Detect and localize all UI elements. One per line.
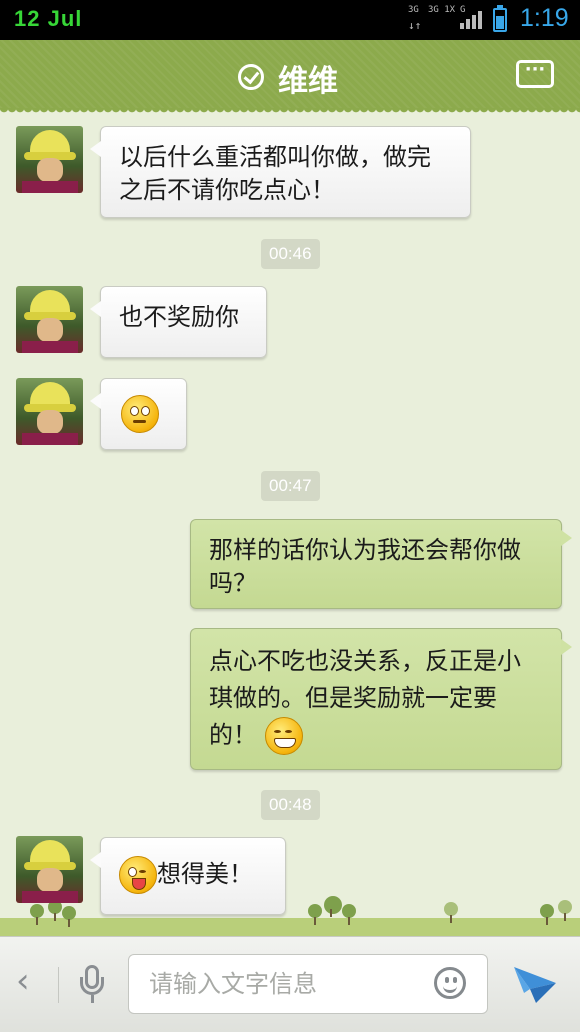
- microphone-icon[interactable]: [80, 965, 106, 1005]
- tree-icon: [30, 904, 44, 925]
- emoji-picker-icon[interactable]: [434, 967, 466, 999]
- timestamp: 00:48: [261, 790, 320, 820]
- rolling-eyes-emoji-icon: [121, 395, 159, 433]
- message-text: 想得美！: [157, 860, 253, 888]
- network-icons: 3G ↓↑ 3G 1X G: [408, 5, 488, 35]
- outgoing-message[interactable]: 那样的话你认为我还会帮你做吗？: [190, 519, 572, 609]
- incoming-message[interactable]: [90, 378, 187, 450]
- tree-icon: [342, 904, 356, 925]
- incoming-message[interactable]: 以后什么重活都叫你做，做完之后不请你吃点心！: [90, 126, 471, 218]
- tree-icon: [558, 900, 572, 921]
- incoming-message[interactable]: 也不奖励你: [90, 286, 267, 358]
- incoming-message[interactable]: 想得美！: [90, 837, 286, 915]
- chat-header: 维维 ···: [0, 40, 580, 114]
- tree-icon: [308, 904, 322, 925]
- timestamp: 00:47: [261, 471, 320, 501]
- verified-check-icon: [238, 64, 264, 90]
- message-text: 那样的话你认为我还会帮你做吗？: [209, 536, 521, 597]
- status-time: 1:19: [520, 4, 569, 32]
- battery-level: [496, 15, 504, 29]
- contact-avatar[interactable]: [16, 286, 83, 353]
- contact-avatar[interactable]: [16, 378, 83, 445]
- status-date: 12 Jul: [14, 6, 83, 31]
- outgoing-message[interactable]: 点心不吃也没关系，反正是小琪做的。但是奖励就一定要的！: [190, 628, 572, 770]
- tree-icon: [324, 896, 342, 917]
- signal-bar: [460, 23, 464, 29]
- message-text: 点心不吃也没关系，反正是小琪做的。但是奖励就一定要的！: [209, 647, 521, 749]
- divider: [58, 967, 59, 1003]
- signal-bar: [478, 11, 482, 29]
- contact-avatar[interactable]: [16, 126, 83, 193]
- network-label-g: G: [460, 5, 466, 15]
- network-label-3g: 3G: [408, 5, 419, 15]
- chat-title: 维维: [278, 64, 338, 99]
- contact-avatar[interactable]: [16, 836, 83, 903]
- signal-bar: [472, 15, 476, 29]
- signal-bar: [466, 19, 470, 29]
- more-options-button[interactable]: ···: [516, 60, 554, 88]
- tongue-wink-emoji-icon: [119, 856, 157, 894]
- tree-icon: [540, 904, 554, 925]
- battery-icon: [493, 5, 507, 32]
- grin-emoji-icon: [264, 717, 303, 755]
- status-bar: 12 Jul 3G ↓↑ 3G 1X G 1:19: [0, 0, 580, 40]
- landscape-decoration: [0, 918, 580, 936]
- network-label-3g1x: 3G 1X: [428, 5, 456, 15]
- send-button[interactable]: [512, 963, 558, 1005]
- message-text: 也不奖励你: [119, 303, 239, 331]
- tree-icon: [62, 906, 76, 927]
- tree-icon: [444, 902, 458, 923]
- input-bar: ‹ 请输入文字信息: [0, 936, 580, 1032]
- timestamp: 00:46: [261, 239, 320, 269]
- back-button[interactable]: ‹: [16, 961, 30, 1001]
- data-arrows-icon: ↓↑: [408, 19, 422, 32]
- message-text: 以后什么重活都叫你做，做完之后不请你吃点心！: [119, 143, 431, 204]
